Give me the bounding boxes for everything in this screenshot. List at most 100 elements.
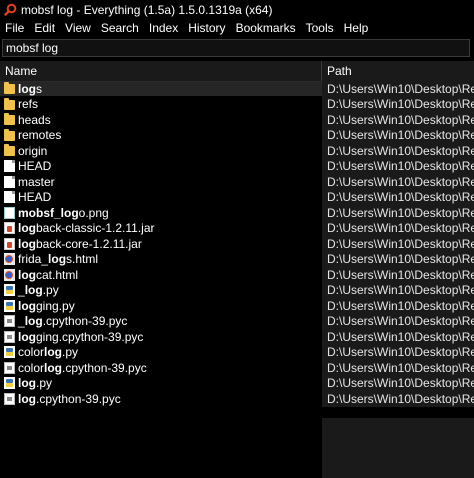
menu-tools[interactable]: Tools bbox=[301, 19, 339, 37]
list-item[interactable]: heads D:\Users\Win10\Desktop\Reverse I bbox=[0, 112, 474, 128]
list-item[interactable]: HEAD D:\Users\Win10\Desktop\Reverse I bbox=[0, 189, 474, 205]
file-name-cell[interactable]: HEAD bbox=[0, 159, 322, 173]
file-name-cell[interactable]: log s bbox=[0, 81, 322, 96]
file-name-prefix: heads bbox=[18, 112, 51, 127]
list-item[interactable]: log.pyD:\Users\Win10\Desktop\Reverse I bbox=[0, 375, 474, 391]
file-name-cell[interactable]: frida_ log s.html bbox=[0, 252, 322, 266]
list-item[interactable]: master D:\Users\Win10\Desktop\Reverse I bbox=[0, 174, 474, 190]
file-name-match: log bbox=[48, 252, 67, 267]
file-name-match: log bbox=[24, 283, 43, 298]
file-name-cell[interactable]: log ging.py bbox=[0, 299, 322, 313]
file-path-cell[interactable]: D:\Users\Win10\Desktop\Reverse I bbox=[322, 205, 474, 221]
file-name-cell[interactable]: log back-classic-1.2.11.jar bbox=[0, 221, 322, 235]
file-path-cell[interactable]: D:\Users\Win10\Desktop\Reverse I bbox=[322, 220, 474, 236]
file-path-cell[interactable]: D:\Users\Win10\Desktop\Reverse I bbox=[322, 127, 474, 143]
list-item[interactable]: frida_ log s.html D:\Users\Win10\Desktop\Re… bbox=[0, 251, 474, 267]
file-path-cell[interactable]: D:\Users\Win10\Desktop\Reverse I bbox=[322, 143, 474, 159]
file-path-cell[interactable]: D:\Users\Win10\Desktop\Reverse I bbox=[322, 282, 474, 298]
pyc-icon bbox=[4, 315, 15, 328]
results-list[interactable]: logsD:\Users\Win10\Desktop\Reverse Irefs… bbox=[0, 81, 474, 478]
file-name-prefix: frida_ bbox=[18, 252, 49, 267]
file-path-cell[interactable]: D:\Users\Win10\Desktop\Reverse I bbox=[322, 96, 474, 112]
file-path-cell[interactable]: D:\Users\Win10\Desktop\Reverse I bbox=[322, 236, 474, 252]
file-path-cell[interactable]: D:\Users\Win10\Desktop\Reverse I bbox=[322, 391, 474, 407]
menu-index[interactable]: Index bbox=[144, 19, 183, 37]
list-item[interactable]: remotes D:\Users\Win10\Desktop\Reverse I bbox=[0, 127, 474, 143]
title-bar: mobsf log - Everything (1.5a) 1.5.0.1319… bbox=[0, 0, 474, 19]
list-item[interactable]: logcat.htmlD:\Users\Win10\Desktop\Revers… bbox=[0, 267, 474, 283]
menu-file[interactable]: File bbox=[0, 19, 29, 37]
file-name-cell[interactable]: log back-core-1.2.11.jar bbox=[0, 237, 322, 251]
file-path-cell[interactable]: D:\Users\Win10\Desktop\Reverse I bbox=[322, 344, 474, 360]
list-item[interactable]: log ging.cpython-39.pyc D:\Users\Win10\Des… bbox=[0, 329, 474, 345]
list-item[interactable]: refs D:\Users\Win10\Desktop\Reverse I bbox=[0, 96, 474, 112]
file-name-prefix: remotes bbox=[18, 128, 62, 143]
list-item[interactable]: mobsf_logo.pngD:\Users\Win10\Desktop\Rev… bbox=[0, 205, 474, 221]
file-name-prefix: HEAD bbox=[18, 159, 52, 174]
file-path-cell[interactable]: D:\Users\Win10\Desktop\Reverse I bbox=[322, 298, 474, 314]
menu-bookmarks[interactable]: Bookmarks bbox=[231, 19, 301, 37]
file-path-cell[interactable]: D:\Users\Win10\Desktop\Reverse I bbox=[322, 174, 474, 190]
file-name-suffix: cat.html bbox=[36, 267, 79, 282]
list-item[interactable]: colorlog.pyD:\Users\Win10\Desktop\Revers… bbox=[0, 344, 474, 360]
file-name-cell[interactable]: refs bbox=[0, 97, 322, 111]
list-item[interactable]: HEAD D:\Users\Win10\Desktop\Reverse I bbox=[0, 158, 474, 174]
menu-history[interactable]: History bbox=[183, 19, 230, 37]
file-path-cell[interactable]: D:\Users\Win10\Desktop\Reverse I bbox=[322, 189, 474, 205]
file-path-cell[interactable]: D:\Users\Win10\Desktop\Reverse I bbox=[322, 329, 474, 345]
file-name-prefix: color bbox=[18, 360, 45, 375]
list-item[interactable]: _ log .cpython-39.pyc D:\Users\Win10\Deskto… bbox=[0, 313, 474, 329]
pyc-icon bbox=[4, 330, 15, 343]
list-item[interactable]: logsD:\Users\Win10\Desktop\Reverse I bbox=[0, 81, 474, 97]
list-item[interactable]: log .cpython-39.pyc D:\Users\Win10\Desktop… bbox=[0, 391, 474, 407]
list-item[interactable]: color log .cpython-39.pyc D:\Users\Win10\De… bbox=[0, 360, 474, 376]
file-path-cell[interactable]: D:\Users\Win10\Desktop\Reverse I bbox=[322, 158, 474, 174]
file-name-cell[interactable]: log .py bbox=[0, 376, 322, 390]
file-name-cell[interactable]: heads bbox=[0, 113, 322, 127]
file-name-suffix: .cpython-39.pyc bbox=[36, 391, 121, 406]
column-header: Name Path bbox=[0, 61, 474, 82]
file-path-cell[interactable]: D:\Users\Win10\Desktop\Reverse I bbox=[322, 81, 474, 97]
python-icon bbox=[4, 377, 15, 390]
menu-view[interactable]: View bbox=[60, 19, 96, 37]
file-path-cell[interactable]: D:\Users\Win10\Desktop\Reverse I bbox=[322, 360, 474, 376]
file-name-suffix: .py bbox=[42, 283, 59, 298]
file-name-cell[interactable]: mobsf_log o.png bbox=[0, 206, 322, 220]
menu-edit[interactable]: Edit bbox=[29, 19, 60, 37]
file-name-cell[interactable]: log cat.html bbox=[0, 268, 322, 282]
file-name-match: log bbox=[18, 236, 36, 251]
menu-search[interactable]: Search bbox=[96, 19, 144, 37]
file-name-match: log bbox=[18, 376, 36, 391]
file-name-cell[interactable]: master bbox=[0, 175, 322, 189]
file-name-match: log bbox=[18, 391, 36, 406]
list-item[interactable]: log back-classic-1.2.11.jar D:\Users\Win10… bbox=[0, 220, 474, 236]
list-item[interactable]: logging.pyD:\Users\Win10\Desktop\Reverse… bbox=[0, 298, 474, 314]
file-name-cell[interactable]: _ log .py bbox=[0, 283, 322, 297]
file-name-cell[interactable]: _ log .cpython-39.pyc bbox=[0, 314, 322, 328]
list-item[interactable]: origin D:\Users\Win10\Desktop\Reverse I bbox=[0, 143, 474, 159]
file-name-match: log bbox=[18, 267, 36, 282]
menu-bar: File Edit View Search Index History Book… bbox=[0, 19, 474, 37]
menu-help[interactable]: Help bbox=[339, 19, 374, 37]
file-name-cell[interactable]: origin bbox=[0, 144, 322, 158]
folder-icon bbox=[4, 82, 15, 95]
file-name-cell[interactable]: color log .py bbox=[0, 345, 322, 359]
file-name-cell[interactable]: HEAD bbox=[0, 190, 322, 204]
file-name-cell[interactable]: remotes bbox=[0, 128, 322, 142]
file-name-suffix: ging.py bbox=[36, 298, 75, 313]
file-path-cell[interactable]: D:\Users\Win10\Desktop\Reverse I bbox=[322, 313, 474, 329]
file-name-cell[interactable]: log .cpython-39.pyc bbox=[0, 392, 322, 406]
file-name-cell[interactable]: color log .cpython-39.pyc bbox=[0, 361, 322, 375]
file-path-cell[interactable]: D:\Users\Win10\Desktop\Reverse I bbox=[322, 112, 474, 128]
file-path-cell[interactable]: D:\Users\Win10\Desktop\Reverse I bbox=[322, 375, 474, 391]
file-path-cell[interactable]: D:\Users\Win10\Desktop\Reverse I bbox=[322, 251, 474, 267]
search-input[interactable] bbox=[6, 41, 469, 55]
list-item[interactable]: log back-core-1.2.11.jar D:\Users\Win10\De… bbox=[0, 236, 474, 252]
search-box[interactable] bbox=[2, 39, 470, 57]
column-header-path[interactable]: Path bbox=[322, 61, 474, 81]
list-item[interactable]: _log.pyD:\Users\Win10\Desktop\Reverse I bbox=[0, 282, 474, 298]
file-name-cell[interactable]: log ging.cpython-39.pyc bbox=[0, 330, 322, 344]
html-icon bbox=[4, 253, 15, 266]
file-path-cell[interactable]: D:\Users\Win10\Desktop\Reverse I bbox=[322, 267, 474, 283]
column-header-name[interactable]: Name bbox=[0, 61, 322, 81]
